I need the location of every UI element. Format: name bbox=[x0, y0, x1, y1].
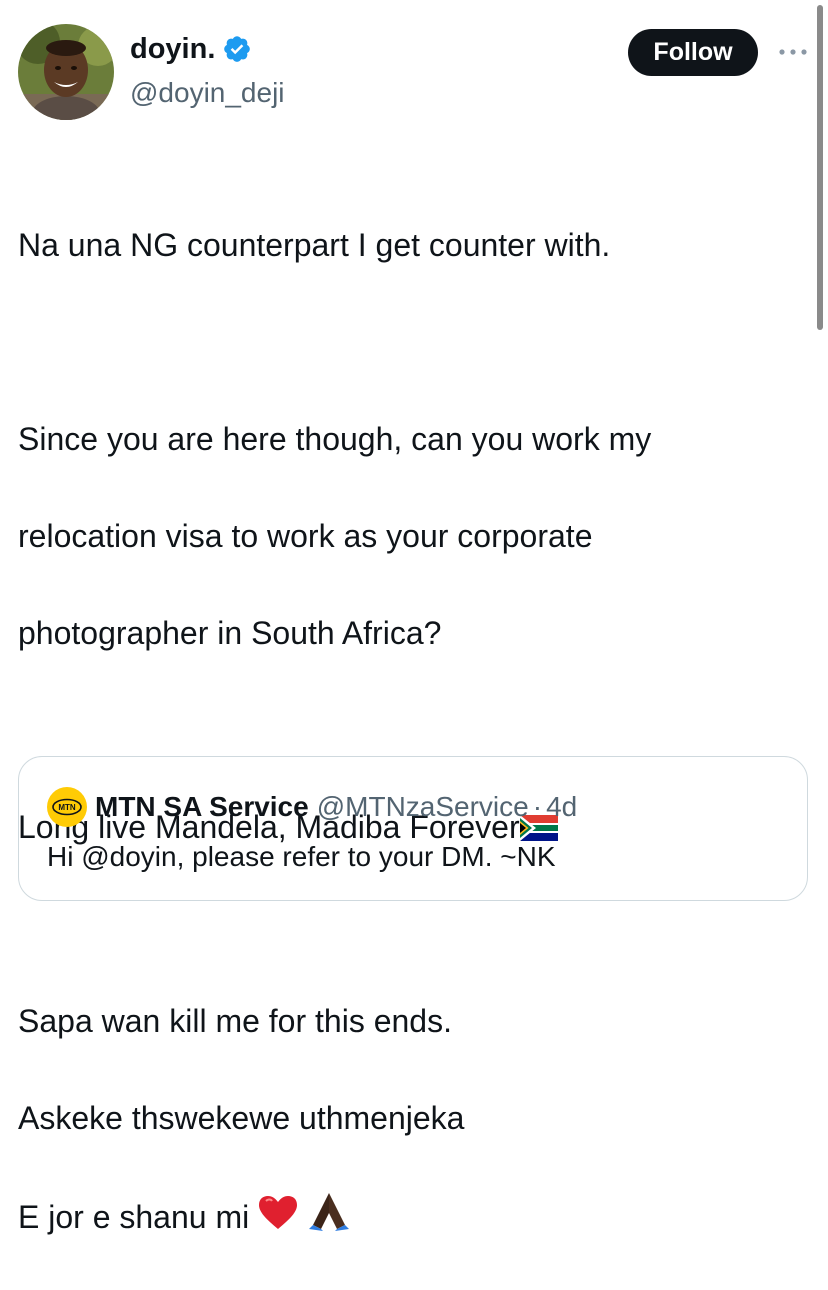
red-heart-icon bbox=[259, 1195, 298, 1229]
quoted-tweet-text: Hi @doyin, please refer to your DM. ~NK bbox=[47, 841, 556, 872]
tweet-line-emoji: E jor e shanu mi bbox=[18, 1191, 808, 1242]
mtn-logo-icon[interactable]: MTN bbox=[47, 787, 87, 827]
tweet-line: Sapa wan kill me for this ends. bbox=[18, 1002, 452, 1039]
tweet-text: Na una NG counterpart I get counter with… bbox=[18, 172, 808, 1290]
tweet-line: Na una NG counterpart I get counter with… bbox=[18, 226, 611, 263]
quoted-separator: · bbox=[532, 791, 543, 822]
mtn-logo-text: MTN bbox=[58, 803, 76, 812]
avatar[interactable] bbox=[18, 24, 114, 120]
quoted-tweet-header: MTN MTN SA Service @MTNzaService · 4d bbox=[47, 787, 577, 827]
tweet-line: Askeke thswekewe uthmenjeka bbox=[18, 1099, 465, 1136]
follow-button[interactable]: Follow bbox=[628, 29, 758, 76]
quoted-tweet-card[interactable]: MTN MTN SA Service @MTNzaService · 4d Hi… bbox=[18, 756, 808, 901]
avatar-photo bbox=[18, 24, 114, 120]
quoted-handle[interactable]: @MTNzaService bbox=[317, 790, 529, 824]
scrollbar[interactable] bbox=[817, 5, 823, 330]
tweet-line: Since you are here though, can you work … bbox=[18, 420, 652, 457]
folded-hands-icon bbox=[309, 1192, 349, 1231]
tweet-line: relocation visa to work as your corporat… bbox=[18, 517, 593, 554]
author-display-name[interactable]: doyin. bbox=[130, 32, 215, 66]
verified-badge-icon[interactable] bbox=[222, 34, 252, 64]
tweet-line-text: E jor e shanu mi bbox=[18, 1198, 250, 1235]
quoted-timestamp[interactable]: 4d bbox=[546, 790, 577, 824]
tweet-line: photographer in South Africa? bbox=[18, 614, 442, 651]
author-name-row: doyin. bbox=[130, 32, 252, 66]
quoted-display-name[interactable]: MTN SA Service bbox=[95, 790, 309, 824]
author-handle[interactable]: @doyin_deji bbox=[130, 76, 285, 110]
more-horizontal-icon[interactable] bbox=[776, 40, 810, 64]
